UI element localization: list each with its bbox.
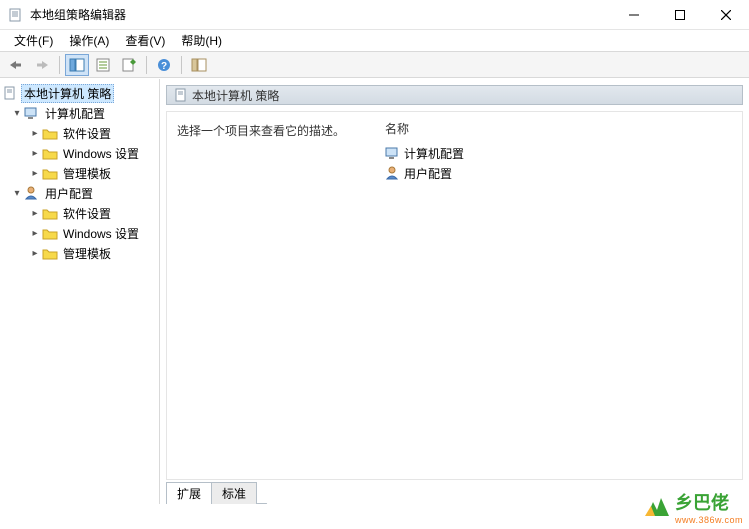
svg-text:?: ? — [161, 61, 167, 72]
tree-label: 用户配置 — [43, 185, 95, 202]
menu-bar: 文件(F) 操作(A) 查看(V) 帮助(H) — [0, 30, 749, 52]
maximize-button[interactable] — [657, 0, 703, 30]
content-body: 选择一个项目来查看它的描述。 名称 计算机配置 用户配置 — [166, 111, 743, 480]
show-tree-button[interactable] — [65, 54, 89, 76]
toolbar-separator — [181, 56, 182, 74]
expand-icon[interactable]: ▸ — [28, 226, 42, 240]
tree-computer-config[interactable]: ▾ 计算机配置 — [0, 103, 159, 123]
toolbar: ? — [0, 52, 749, 78]
toolbar-separator — [59, 56, 60, 74]
list-item-label: 计算机配置 — [404, 145, 464, 162]
expand-icon[interactable]: ▸ — [28, 126, 42, 140]
content-header: 本地计算机 策略 — [166, 85, 743, 105]
column-header-name[interactable]: 名称 — [381, 118, 742, 143]
collapse-icon[interactable]: ▾ — [10, 106, 24, 120]
export-button[interactable] — [117, 54, 141, 76]
app-icon — [8, 7, 24, 23]
tree-label: Windows 设置 — [61, 145, 141, 162]
expand-icon[interactable]: ▸ — [28, 206, 42, 220]
computer-icon — [24, 105, 40, 121]
title-bar: 本地组策略编辑器 — [0, 0, 749, 30]
user-icon — [24, 185, 40, 201]
tree-root[interactable]: 本地计算机 策略 — [0, 83, 159, 103]
folder-icon — [42, 145, 58, 161]
minimize-button[interactable] — [611, 0, 657, 30]
main-area: 本地计算机 策略 ▾ 计算机配置 ▸ 软件设置 ▸ Windows 设置 ▸ 管… — [0, 78, 749, 504]
tree-label: 本地计算机 策略 — [21, 84, 114, 103]
menu-view[interactable]: 查看(V) — [117, 30, 173, 51]
computer-icon — [385, 145, 401, 161]
tree-label: 计算机配置 — [43, 105, 107, 122]
filter-button[interactable] — [187, 54, 211, 76]
help-button[interactable]: ? — [152, 54, 176, 76]
folder-icon — [42, 125, 58, 141]
window-title: 本地组策略编辑器 — [30, 6, 611, 23]
collapse-icon[interactable]: ▾ — [10, 186, 24, 200]
menu-help[interactable]: 帮助(H) — [173, 30, 230, 51]
menu-file[interactable]: 文件(F) — [6, 30, 61, 51]
tree-label: 管理模板 — [61, 165, 113, 182]
policy-tree[interactable]: 本地计算机 策略 ▾ 计算机配置 ▸ 软件设置 ▸ Windows 设置 ▸ 管… — [0, 83, 159, 263]
properties-button[interactable] — [91, 54, 115, 76]
tab-extended[interactable]: 扩展 — [166, 482, 212, 504]
tree-windows-settings[interactable]: ▸ Windows 设置 — [0, 143, 159, 163]
window-controls — [611, 0, 749, 29]
folder-icon — [42, 165, 58, 181]
back-button[interactable] — [4, 54, 28, 76]
description-panel: 选择一个项目来查看它的描述。 — [167, 112, 377, 479]
watermark-url: www.386w.com — [675, 515, 743, 525]
list-item-computer[interactable]: 计算机配置 — [381, 143, 742, 163]
folder-icon — [42, 245, 58, 261]
tree-user-config[interactable]: ▾ 用户配置 — [0, 183, 159, 203]
watermark-logo-icon — [643, 494, 671, 520]
forward-button[interactable] — [30, 54, 54, 76]
watermark: 乡巴佬 www.386w.com — [643, 489, 743, 525]
tree-pane: 本地计算机 策略 ▾ 计算机配置 ▸ 软件设置 ▸ Windows 设置 ▸ 管… — [0, 79, 160, 504]
close-button[interactable] — [703, 0, 749, 30]
tree-label: 软件设置 — [61, 125, 113, 142]
tree-label: Windows 设置 — [61, 225, 141, 242]
tree-admin-templates[interactable]: ▸ 管理模板 — [0, 243, 159, 263]
menu-action[interactable]: 操作(A) — [61, 30, 117, 51]
description-text: 选择一个项目来查看它的描述。 — [177, 124, 345, 138]
watermark-brand: 乡巴佬 — [675, 489, 743, 515]
document-icon — [173, 87, 189, 103]
expand-icon[interactable]: ▸ — [28, 166, 42, 180]
list-area: 名称 计算机配置 用户配置 — [377, 112, 742, 479]
folder-icon — [42, 225, 58, 241]
expand-icon[interactable]: ▸ — [28, 246, 42, 260]
document-icon — [2, 85, 18, 101]
list-item-label: 用户配置 — [404, 165, 452, 182]
user-icon — [385, 165, 401, 181]
folder-icon — [42, 205, 58, 221]
toolbar-separator — [146, 56, 147, 74]
tree-label: 软件设置 — [61, 205, 113, 222]
content-header-title: 本地计算机 策略 — [192, 87, 279, 104]
list-item-user[interactable]: 用户配置 — [381, 163, 742, 183]
tree-windows-settings[interactable]: ▸ Windows 设置 — [0, 223, 159, 243]
tree-admin-templates[interactable]: ▸ 管理模板 — [0, 163, 159, 183]
tree-software-settings[interactable]: ▸ 软件设置 — [0, 123, 159, 143]
expand-icon[interactable]: ▸ — [28, 146, 42, 160]
tree-software-settings[interactable]: ▸ 软件设置 — [0, 203, 159, 223]
tree-label: 管理模板 — [61, 245, 113, 262]
content-pane: 本地计算机 策略 选择一个项目来查看它的描述。 名称 计算机配置 用户配置 扩展… — [160, 79, 749, 504]
